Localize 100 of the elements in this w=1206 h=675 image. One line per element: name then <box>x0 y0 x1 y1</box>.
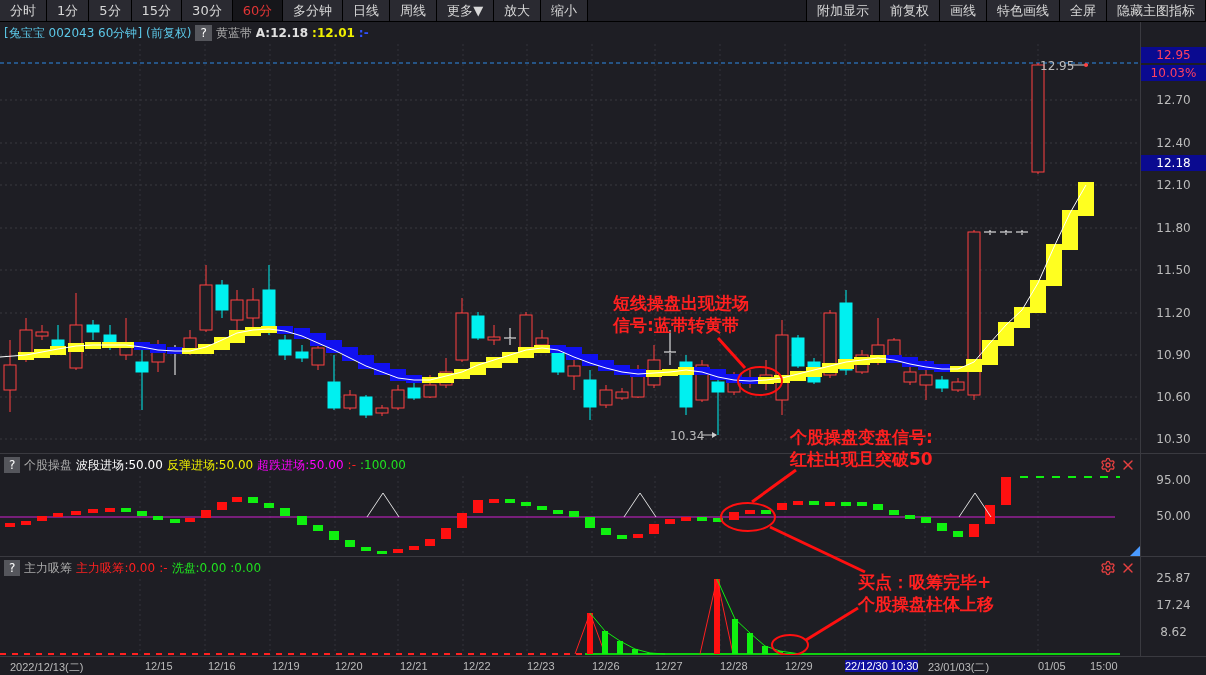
candlestick <box>919 359 933 401</box>
help-button[interactable]: ? <box>4 560 21 576</box>
period-tab[interactable]: 15分 <box>130 0 183 21</box>
candlestick <box>359 394 373 419</box>
price-axis-label: 12.40 <box>1155 135 1192 151</box>
band-block <box>294 328 310 339</box>
candlestick <box>951 377 965 393</box>
candlestick <box>615 387 629 401</box>
price-axis-label: 12.70 <box>1155 92 1192 108</box>
band-block <box>1078 182 1094 216</box>
candlestick <box>375 404 389 417</box>
indicator-value: :- <box>358 26 369 40</box>
band-block <box>50 346 66 355</box>
leader-line <box>751 468 797 504</box>
band-block <box>710 369 726 380</box>
price-axis-label: 10.03% <box>1141 65 1206 81</box>
candlestick <box>1015 229 1029 236</box>
settings-icon[interactable] <box>1100 457 1116 473</box>
indicator-value: :- <box>347 458 356 472</box>
leader-line <box>716 337 747 369</box>
stock-title: [兔宝宝 002043 60分钟] <box>4 24 143 42</box>
period-tab[interactable]: 更多▼ <box>436 0 495 21</box>
indicator-value: 超跌进场:50.00 <box>257 456 344 474</box>
time-axis-label: 12/15 <box>145 660 173 672</box>
toolbar-button[interactable]: 全屏 <box>1059 0 1107 21</box>
toolbar-button[interactable]: 隐藏主图指标 <box>1106 0 1206 21</box>
candlestick <box>567 359 581 391</box>
time-axis-label: 22/12/30 10:30 <box>845 660 919 672</box>
band-block <box>918 361 934 370</box>
time-axis-label: 12/21 <box>400 660 428 672</box>
candlestick <box>791 334 805 369</box>
adjust-label: (前复权) <box>146 24 192 42</box>
settings-icon[interactable] <box>1100 560 1116 576</box>
indicator-value: 主力吸筹:0.00 <box>76 559 156 577</box>
period-tab[interactable]: 缩小 <box>540 0 589 21</box>
resize-corner-icon[interactable] <box>1130 546 1140 556</box>
indicator-value: :- <box>159 561 168 575</box>
band-block <box>34 349 50 358</box>
toolbar-button[interactable]: 附加显示 <box>806 0 880 21</box>
help-button[interactable]: ? <box>195 25 212 41</box>
indicator-value: 波段进场:50.00 <box>76 456 163 474</box>
toolbar-button[interactable]: 画线 <box>939 0 987 21</box>
band-block <box>998 322 1014 346</box>
candlestick <box>86 319 100 341</box>
band-block <box>68 343 84 352</box>
band-block <box>454 369 470 379</box>
band-block <box>838 359 854 369</box>
toolbar-button[interactable]: 特色画线 <box>986 0 1060 21</box>
indicator-value: :100.00 <box>359 458 406 472</box>
candlestick <box>679 354 693 416</box>
band-block <box>1062 210 1078 250</box>
price-axis-label: 10.60 <box>1155 389 1192 405</box>
candlestick <box>262 264 276 336</box>
highlight-circle <box>737 366 783 396</box>
time-axis-label: 12/27 <box>655 660 683 672</box>
time-axis-label: 12/26 <box>592 660 620 672</box>
period-tab[interactable]: 多分钟 <box>282 0 344 21</box>
help-button[interactable]: ? <box>4 457 21 473</box>
candlestick <box>391 384 405 411</box>
annotation-text: 短线操盘出现进场 信号:蓝带转黄带 <box>613 292 749 336</box>
candlestick <box>135 347 149 411</box>
period-tab[interactable]: 日线 <box>342 0 391 21</box>
indicator-value: 反弹进场:50.00 <box>166 456 254 474</box>
period-tab[interactable]: 1分 <box>46 0 90 21</box>
price-axis-label: 10.90 <box>1155 347 1192 363</box>
candlestick <box>215 279 229 319</box>
time-axis-label: 12/29 <box>785 660 813 672</box>
period-tab[interactable]: 60分 <box>231 0 284 21</box>
indicator-name: 主力吸筹 <box>24 559 73 577</box>
candlestick <box>230 289 244 331</box>
candlestick <box>903 364 917 386</box>
indicator-value: :12.01 <box>312 26 355 40</box>
band-block <box>822 363 838 373</box>
price-axis-label: 11.50 <box>1155 262 1192 278</box>
band-block <box>806 367 822 377</box>
price-axis-label: 12.95 <box>1141 47 1206 63</box>
candlestick <box>983 229 997 236</box>
period-tab[interactable]: 放大 <box>493 0 542 21</box>
price-axis-label: 11.20 <box>1155 305 1192 321</box>
candlestick <box>278 334 292 361</box>
annotation-text: 个股操盘变盘信号: 红柱出现且突破50 <box>790 426 933 470</box>
period-tab[interactable]: 5分 <box>88 0 132 21</box>
candlestick <box>583 369 597 421</box>
candlestick <box>295 344 309 363</box>
period-tab[interactable]: 30分 <box>181 0 233 21</box>
axis-label: 50.00 <box>1155 508 1192 524</box>
band-block <box>902 357 918 367</box>
period-tab[interactable]: 周线 <box>389 0 438 21</box>
candlestick <box>455 297 469 363</box>
candlestick <box>343 389 357 411</box>
leader-line <box>805 606 859 642</box>
band-block <box>342 347 358 361</box>
indicator-value: :0.00 <box>230 561 262 575</box>
triangle-marker-icon <box>366 492 400 518</box>
time-axis-label: 12/20 <box>335 660 363 672</box>
period-tab[interactable]: 分时 <box>0 0 47 21</box>
toolbar-button[interactable]: 前复权 <box>879 0 940 21</box>
time-axis-label: 15:00 <box>1090 660 1118 672</box>
band-block <box>470 362 486 375</box>
annotation-text: 买点：吸筹完毕+ 个股操盘柱体上移 <box>858 571 994 615</box>
